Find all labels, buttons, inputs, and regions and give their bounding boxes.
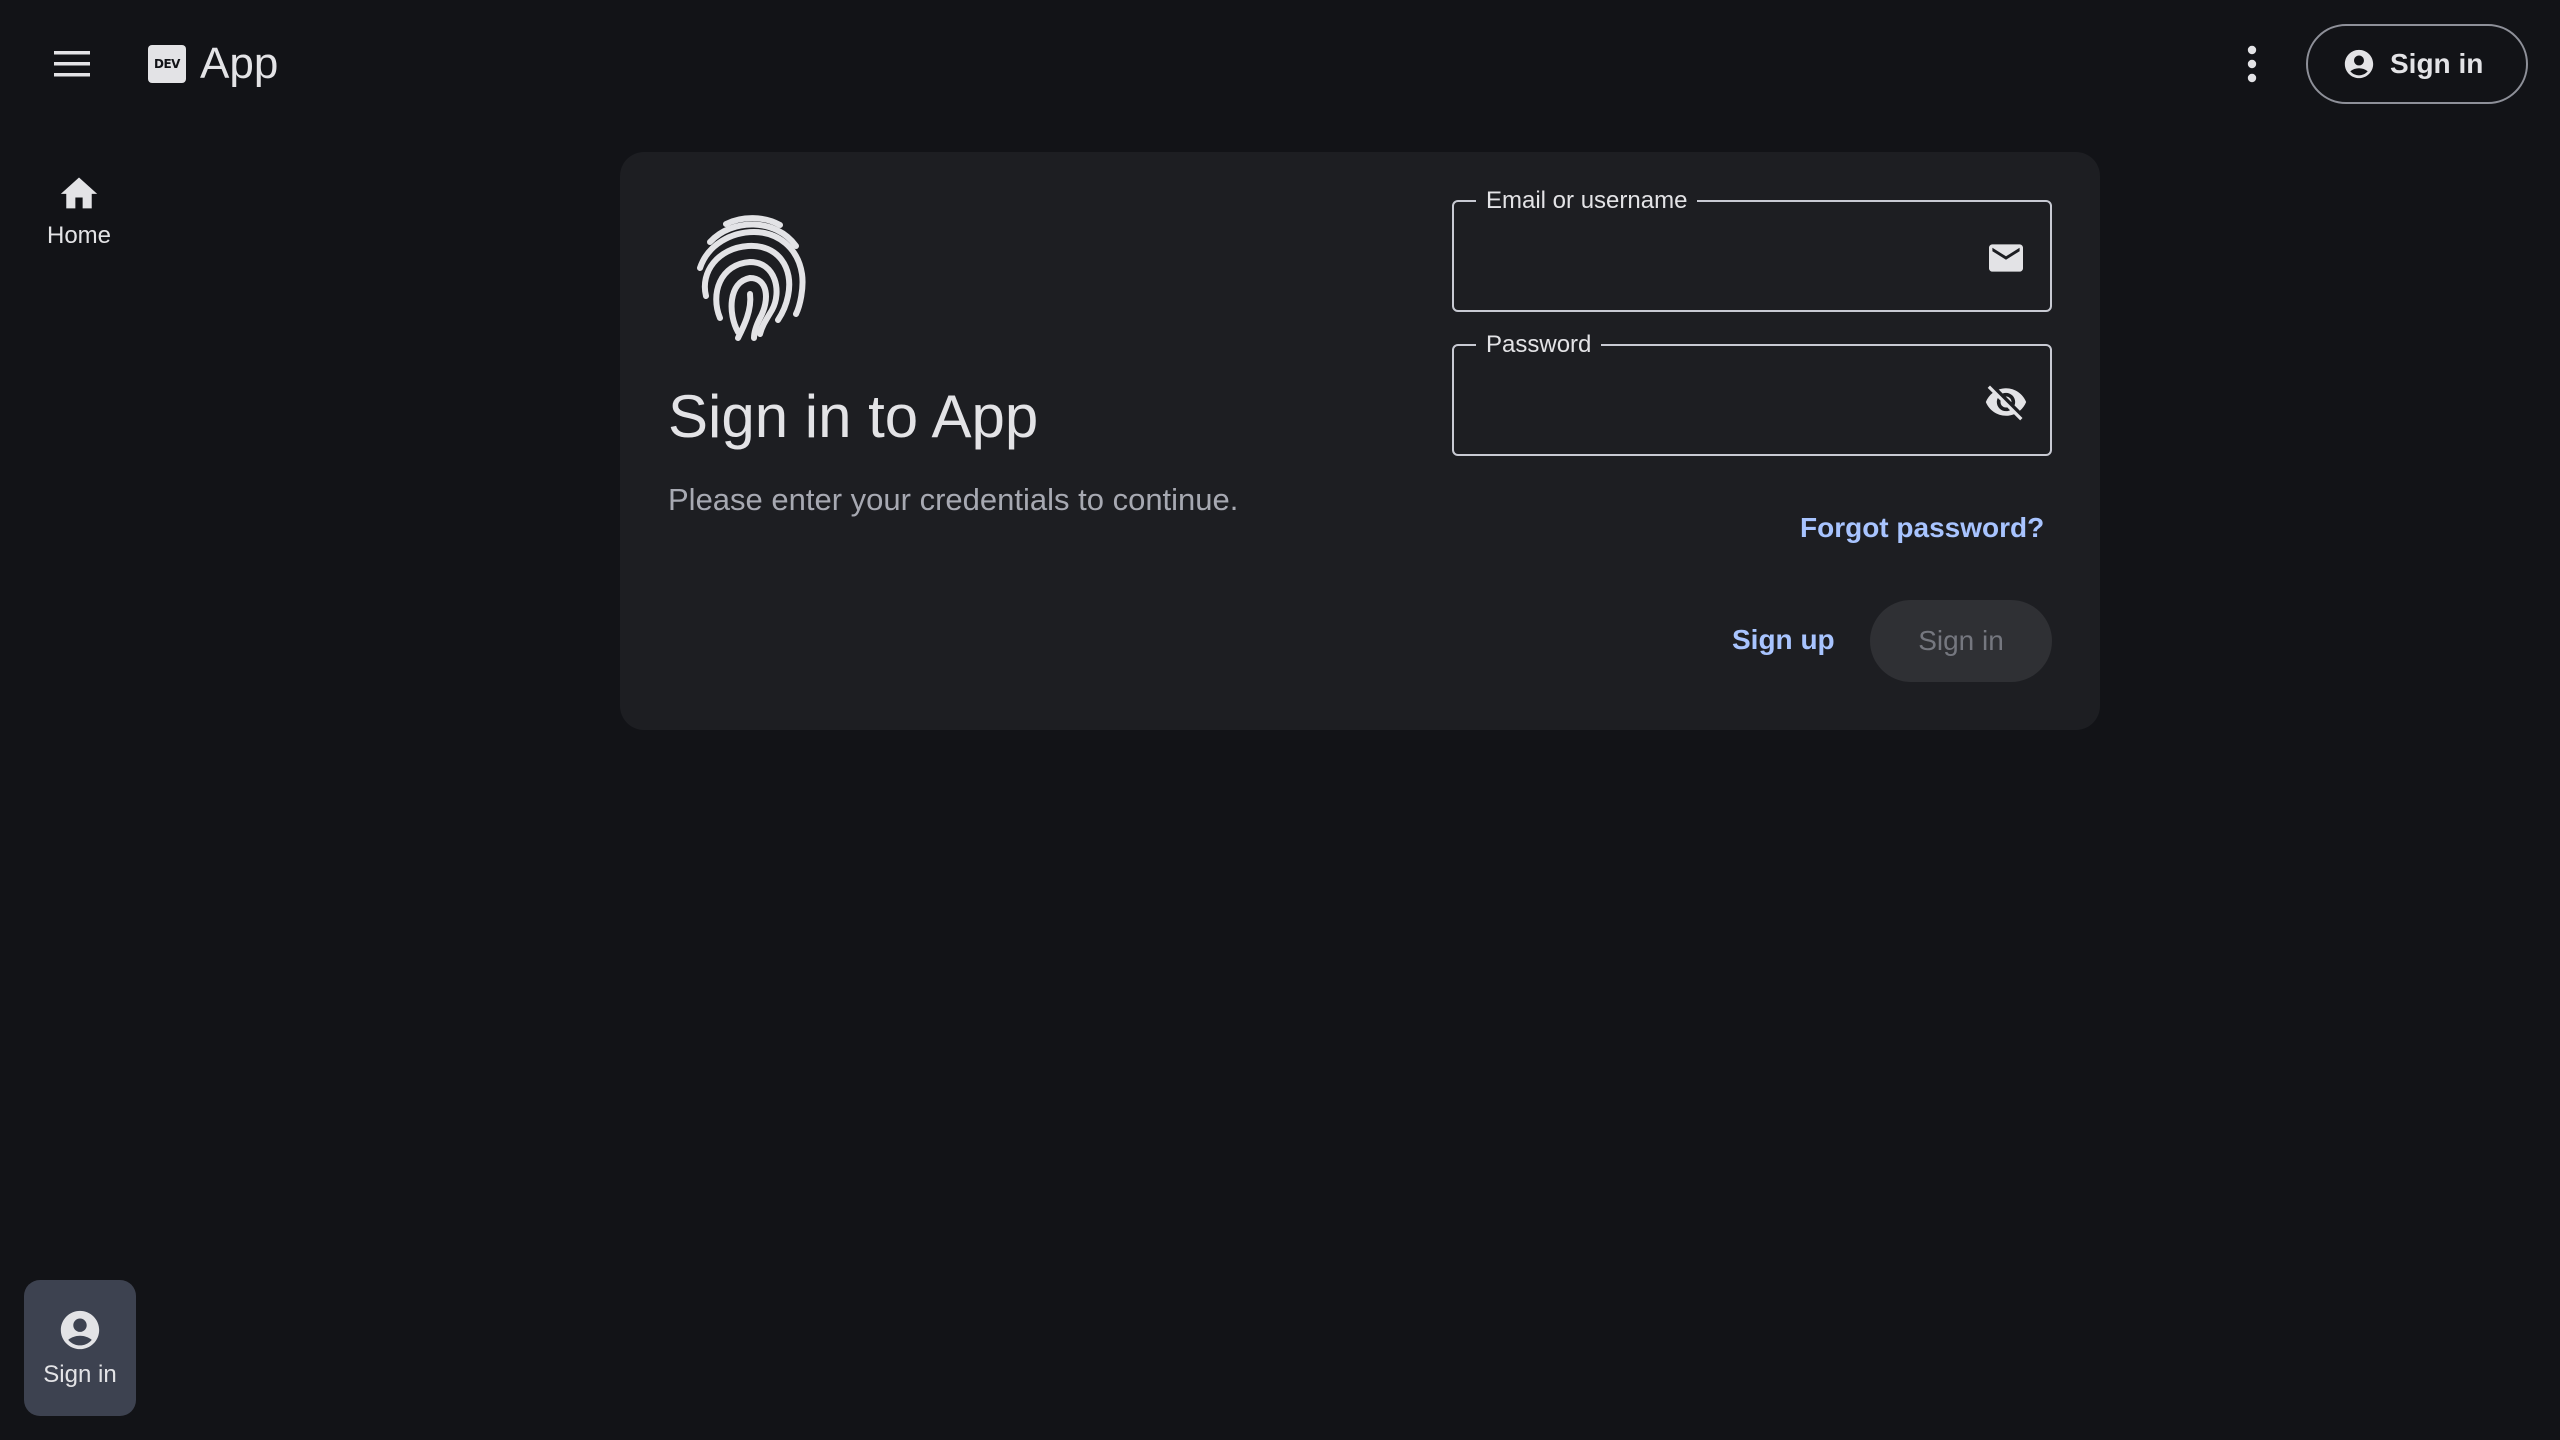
visibility-off-icon[interactable] — [1984, 380, 2028, 424]
email-field[interactable]: Email or username — [1452, 187, 2052, 312]
more-vert-icon — [2247, 45, 2257, 83]
header-sign-in-button[interactable]: Sign in — [2306, 24, 2528, 104]
header-sign-in-label: Sign in — [2390, 48, 2484, 79]
page-title: Sign in to App — [668, 383, 1039, 450]
rail-item-home[interactable]: Home — [20, 172, 138, 272]
menu-button[interactable] — [40, 32, 104, 96]
top-app-bar: DEV App Sign in — [0, 0, 2560, 128]
page-subtitle: Please enter your credentials to continu… — [668, 482, 1239, 517]
more-options-button[interactable] — [2220, 32, 2284, 96]
forgot-password-link[interactable]: Forgot password? — [1800, 512, 2044, 544]
brand[interactable]: DEV App — [148, 32, 278, 96]
email-field-label: Email or username — [1476, 187, 1698, 215]
app-title: App — [200, 39, 279, 88]
email-input[interactable] — [1478, 232, 1958, 282]
sign-up-button[interactable]: Sign up — [1732, 624, 1835, 656]
password-input[interactable] — [1478, 376, 1958, 426]
rail-item-sign-in-label: Sign in — [43, 1361, 117, 1388]
home-icon — [60, 177, 98, 209]
password-field-label: Password — [1476, 331, 1602, 359]
mail-icon — [1984, 236, 2028, 280]
account-circle-icon — [2344, 49, 2374, 79]
rail-item-home-label: Home — [46, 222, 112, 249]
sign-in-button[interactable]: Sign in — [1870, 600, 2052, 682]
rail-item-sign-in[interactable]: Sign in — [24, 1280, 136, 1416]
account-circle-icon — [60, 1310, 100, 1350]
fingerprint-icon — [697, 215, 806, 341]
sign-in-card: Sign in to App Please enter your credent… — [620, 152, 2100, 730]
hamburger-menu-icon — [54, 51, 90, 77]
password-field[interactable]: Password — [1452, 331, 2052, 456]
dev-badge: DEV — [148, 45, 186, 83]
